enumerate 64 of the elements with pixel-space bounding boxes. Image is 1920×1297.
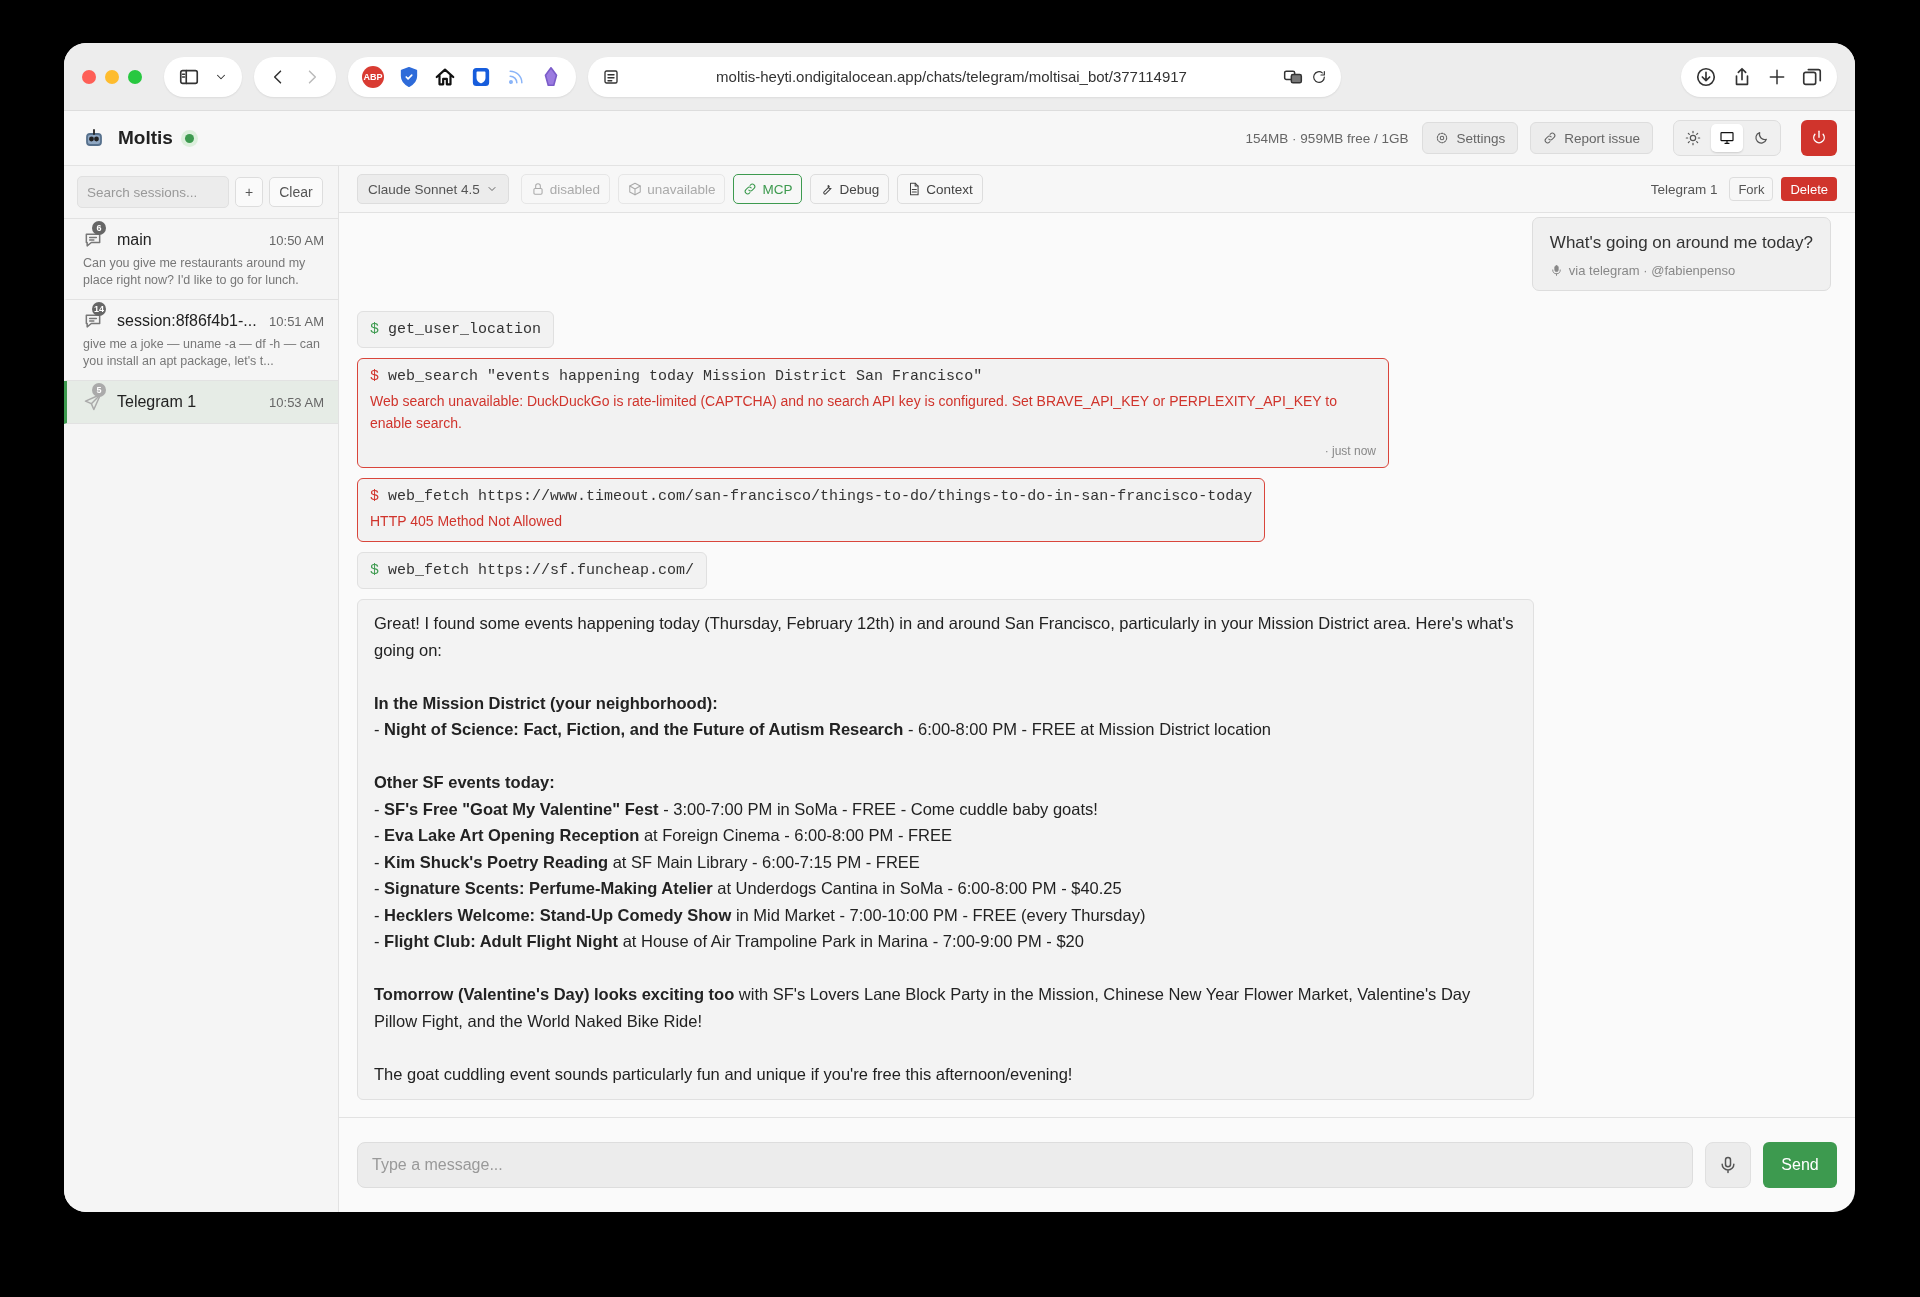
moon-icon <box>1753 130 1769 146</box>
count-badge: 14 <box>92 302 106 316</box>
session-time: 10:51 AM <box>269 313 324 329</box>
power-button[interactable] <box>1801 120 1837 156</box>
message-paragraph: The goat cuddling event sounds particularly fun and unique if you're free this afternoon/evening! <box>374 1063 1074 1085</box>
error-output: Web search unavailable: DuckDuckGo is rate-limited (CAPTCHA) and no search API key is configured. Set BRAVE_API_KEY or PERPLEXITY_API_KEY to enable search. <box>370 392 1338 433</box>
session-label: Telegram 1 <box>1650 181 1718 197</box>
message-paragraph: Great! I found some events happening today (Thursday, February 12th) in and around San Francisco, particularly in your Mission District area. Here's what's going on: <box>374 613 1515 661</box>
count-badge: 5 <box>92 383 106 397</box>
sun-icon <box>1685 130 1701 146</box>
settings-button[interactable]: Settings <box>1422 122 1519 154</box>
monitor-icon <box>1719 130 1735 146</box>
timestamp: · just now <box>1323 444 1376 458</box>
send-button[interactable]: Send <box>1763 1142 1837 1188</box>
error-output: HTTP 405 Method Not Allowed <box>370 512 563 531</box>
count-badge: 6 <box>92 221 106 235</box>
app-name: Moltis <box>118 127 173 149</box>
session-preview: Can you give me restaurants around my place right now? I'd like to go for lunch. <box>83 255 307 289</box>
page-icon <box>602 67 620 86</box>
command-text: $ web_fetch https://www.timeout.com/san-francisco/things-to-do/things-to-do-in-san-francisco-today <box>370 488 1253 505</box>
url-text: moltis-heyti.ondigitalocean.app/chats/telegram/moltisai_bot/377114917 <box>716 68 1187 85</box>
command-text: $ web_search "events happening today Mission District San Francisco" <box>370 368 984 385</box>
model-dropdown[interactable]: Claude Sonnet 4.5 <box>357 174 509 204</box>
memory-stats: 154MB · 959MB free / 1GB <box>1245 130 1409 146</box>
command-text: $ get_user_location <box>370 321 542 338</box>
message-paragraph: Tomorrow (Valentine's Day) looks exciting too with SF's Lovers Lane Block Party in the Mission, Chinese New Year Flower Market, Valentine's Day Pillow Fight, and the World Naked Bike Ride! <box>374 984 1472 1032</box>
cube-icon <box>628 182 643 196</box>
fork-button[interactable]: Fork <box>1729 177 1774 201</box>
link-icon <box>1543 131 1558 145</box>
session-item[interactable]: 5 Telegram 1 10:53 AM <box>64 381 338 424</box>
toolbar-chip[interactable]: Debug <box>810 174 890 204</box>
lock-icon <box>530 182 545 196</box>
address-bar[interactable]: moltis-heyti.ondigitalocean.app/chats/telegram/moltisai_bot/377114917 <box>588 56 1341 97</box>
session-name: main <box>117 231 153 249</box>
link-icon <box>743 182 758 196</box>
document-icon <box>907 182 922 196</box>
reload-icon <box>1311 68 1327 85</box>
toolbar-chip[interactable]: Context <box>897 174 983 204</box>
clear-button[interactable]: Clear <box>269 177 323 207</box>
session-preview: give me a joke — uname -a — df -h — can you install an apt package, let's t... <box>83 336 321 370</box>
command-text: $ web_fetch https://sf.funcheap.com/ <box>370 562 695 579</box>
shield-extension-icon <box>398 65 420 88</box>
password-manager-icon <box>470 65 492 88</box>
delete-button[interactable]: Delete <box>1781 177 1837 201</box>
session-item[interactable]: 6 main 10:50 AM Can you give me restaurants around my place right now? I'd like to go for lunch. <box>64 219 338 300</box>
close-window-button[interactable] <box>82 69 96 84</box>
microphone-icon <box>1718 1155 1738 1175</box>
message-text: What's going on around me today? <box>1549 233 1813 253</box>
session-time: 10:53 AM <box>269 394 324 410</box>
session-time: 10:50 AM <box>269 232 324 248</box>
new-session-button[interactable]: + <box>235 177 264 207</box>
microphone-icon <box>1549 264 1563 277</box>
message-paragraph: Other SF events today: - SF's Free "Goat My Valentine" Fest - 3:00-7:00 PM in SoMa - FREE - Come cuddle baby goats! - Eva Lake Art Opening Reception at Foreign Cinema - 6:00-8:00 PM - FREE - Kim Shuck's Poetry Reading at SF Main Library - 6:00-7:15 PM - FREE - Signature Scents: Perfume-Making Atelier at Underdogs Cantina in SoMa - 6:00-8:00 PM - $40.25 - Hecklers Welcome: Stand-Up Comedy Show in Mid Market - 7:00-10:00 PM - FREE (every Thursday) - Flight Club: Adult Flight Night at House of Air Trampoline Park in Marina - 7:00-9:00 PM - $20 <box>374 772 1147 952</box>
message-meta: via telegram · @fabienpenso <box>1568 263 1736 278</box>
report-issue-button[interactable]: Report issue <box>1530 122 1653 154</box>
message-field[interactable]: Type a message... <box>357 1142 1693 1188</box>
adblock-extension-icon[interactable]: ABP <box>362 65 384 88</box>
session-name: Telegram 1 <box>117 393 198 411</box>
message-paragraph: In the Mission District (your neighborhood): - Night of Science: Fact, Fiction, and the Future of Autism Research - 6:00-8:00 PM - FREE at Mission District location <box>374 692 1272 740</box>
session-name: session:8f86f4b1-... <box>117 312 258 330</box>
download-icon <box>1695 65 1717 88</box>
microphone-button[interactable] <box>1705 1142 1751 1188</box>
theme-button[interactable] <box>1711 124 1743 152</box>
search-field[interactable]: Search sessions... <box>77 176 229 208</box>
